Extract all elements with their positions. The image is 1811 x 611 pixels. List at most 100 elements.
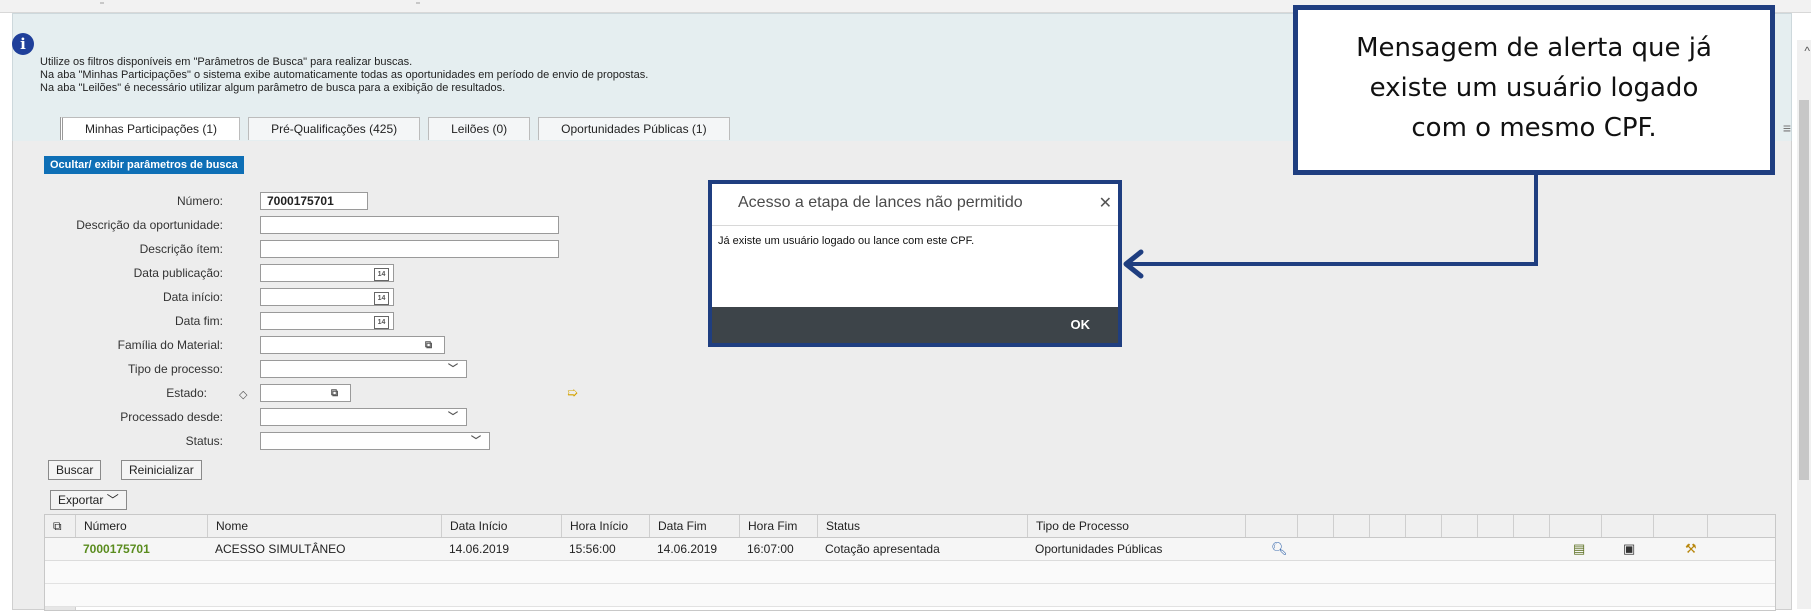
- exportar-label: Exportar: [58, 493, 104, 507]
- dialog-footer: OK: [712, 307, 1118, 343]
- data-fim-label: Data fim:: [174, 314, 223, 328]
- data-fim-input[interactable]: 14: [260, 312, 394, 330]
- numero-label: Número:: [176, 194, 223, 208]
- column-header-tipo-processo[interactable]: Tipo de Processo: [1027, 515, 1245, 537]
- alert-dialog: Acesso a etapa de lances não permitido ✕…: [708, 180, 1122, 347]
- toggle-search-params-button[interactable]: Ocultar/ exibir parâmetros de busca: [44, 156, 244, 174]
- page-frame: i Utilize os filtros disponíveis em "Par…: [0, 0, 1811, 611]
- status-cell: Cotação apresentada: [825, 542, 940, 556]
- status-label: Status:: [185, 434, 223, 448]
- column-header-action: [1653, 515, 1707, 537]
- list-menu-icon[interactable]: ≡: [1783, 120, 1791, 136]
- callout-line-1: Mensagem de alerta que já: [1356, 33, 1712, 63]
- hora-inicio-cell: 15:56:00: [569, 542, 616, 556]
- scroll-up-icon[interactable]: ^: [1804, 44, 1810, 58]
- tipo-processo-cell: Oportunidades Públicas: [1035, 542, 1163, 556]
- column-header-data-inicio[interactable]: Data Início: [441, 515, 561, 537]
- info-icon: i: [12, 33, 34, 55]
- table-row[interactable]: 7000175701 ACESSO SIMULTÂNEO 14.06.2019 …: [45, 538, 1775, 561]
- processado-desde-label: Processado desde:: [120, 410, 223, 424]
- column-header-action: [1405, 515, 1441, 537]
- value-help-icon[interactable]: ⧉: [425, 338, 432, 354]
- descricao-oportunidade-input[interactable]: [260, 216, 559, 234]
- familia-material-input[interactable]: ⧉: [260, 336, 445, 354]
- column-header-action: [1707, 515, 1757, 537]
- close-icon[interactable]: ✕: [1099, 193, 1112, 213]
- chevron-down-icon: ﹀: [106, 493, 119, 507]
- calendar-icon[interactable]: 14: [374, 292, 389, 305]
- column-header-numero[interactable]: Número: [75, 515, 207, 537]
- calendar-icon[interactable]: 14: [374, 268, 389, 281]
- scrollbar-thumb[interactable]: [1799, 100, 1809, 480]
- document-icon[interactable]: ▤: [1573, 541, 1585, 557]
- data-publicacao-label: Data publicação:: [133, 266, 223, 280]
- buscar-button[interactable]: Buscar: [48, 460, 102, 480]
- data-publicacao-input[interactable]: 14: [260, 264, 394, 282]
- column-header-data-fim[interactable]: Data Fim: [649, 515, 739, 537]
- data-fim-cell: 14.06.2019: [657, 542, 718, 556]
- column-header-hora-fim[interactable]: Hora Fim: [739, 515, 817, 537]
- annotation-callout: Mensagem de alerta que já existe um usuá…: [1293, 5, 1775, 175]
- callout-line-3: com o mesmo CPF.: [1411, 113, 1657, 143]
- column-header-nome[interactable]: Nome: [207, 515, 441, 537]
- tab-minhas-participacoes[interactable]: Minhas Participações (1): [60, 117, 241, 140]
- column-header-action: [1441, 515, 1477, 537]
- column-header-action: [1513, 515, 1549, 537]
- tab-bar: Minhas Participações (1) Pré-Qualificaçõ…: [60, 117, 738, 141]
- exportar-button[interactable]: Exportar ﹀: [50, 490, 127, 510]
- data-inicio-label: Data início:: [162, 290, 223, 304]
- estado-input[interactable]: ⧉: [260, 384, 351, 402]
- dialog-divider: [712, 225, 1118, 226]
- diamond-icon: ◇: [239, 389, 248, 401]
- column-header-status[interactable]: Status: [817, 515, 1027, 537]
- callout-connector: [1534, 175, 1538, 266]
- hammer-icon[interactable]: ⚒: [1685, 541, 1697, 557]
- dialog-title: Acesso a etapa de lances não permitido: [738, 194, 1023, 211]
- column-header-action: [1601, 515, 1653, 537]
- value-help-icon[interactable]: ⧉: [331, 386, 338, 402]
- descricao-item-label: Descrição ítem:: [139, 242, 223, 256]
- chevron-down-icon[interactable]: ﹀: [448, 362, 458, 378]
- numero-link[interactable]: 7000175701: [75, 538, 150, 560]
- tab-oportunidades-publicas[interactable]: Oportunidades Públicas (1): [538, 117, 730, 140]
- column-header-action: [1369, 515, 1405, 537]
- column-header-action: [1477, 515, 1513, 537]
- estado-label: Estado:: [166, 386, 207, 400]
- processado-desde-select[interactable]: ﹀: [260, 408, 467, 426]
- chevron-down-icon[interactable]: ﹀: [471, 434, 481, 450]
- descricao-item-input[interactable]: [260, 240, 559, 258]
- tab-leiloes[interactable]: Leilões (0): [428, 117, 531, 140]
- vertical-scrollbar[interactable]: [1797, 40, 1811, 609]
- search-icon[interactable]: 🔍︎: [1271, 541, 1288, 557]
- yellow-arrow-icon[interactable]: ➯: [567, 385, 578, 401]
- strip-mark: [416, 2, 420, 4]
- column-header-hora-inicio[interactable]: Hora Início: [561, 515, 649, 537]
- dialog-message: Já existe um usuário logado ou lance com…: [718, 235, 975, 247]
- data-inicio-cell: 14.06.2019: [449, 542, 510, 556]
- reinicializar-button[interactable]: Reinicializar: [121, 460, 202, 480]
- data-inicio-input[interactable]: 14: [260, 288, 394, 306]
- table-row-empty: [45, 561, 1775, 584]
- arrow-left-icon: [1123, 249, 1144, 279]
- chevron-down-icon[interactable]: ﹀: [448, 410, 458, 426]
- callout-connector: [1128, 262, 1538, 266]
- tipo-processo-label: Tipo de processo:: [128, 362, 223, 376]
- calendar-icon[interactable]: 14: [374, 316, 389, 329]
- table-row-empty: [45, 584, 1775, 607]
- familia-material-label: Família do Material:: [117, 338, 223, 352]
- status-select[interactable]: ﹀: [260, 432, 490, 450]
- select-all-icon[interactable]: ⧉: [45, 515, 75, 537]
- results-table: ⧉ Número Nome Data Início Hora Início Da…: [44, 514, 1776, 611]
- column-header-action: [1549, 515, 1601, 537]
- callout-line-2: existe um usuário logado: [1369, 73, 1699, 103]
- descricao-oportunidade-label: Descrição da oportunidade:: [76, 218, 223, 232]
- tipo-processo-select[interactable]: ﹀: [260, 360, 467, 378]
- column-header-action: [1245, 515, 1297, 537]
- tab-pre-qualificacoes[interactable]: Pré-Qualificações (425): [248, 117, 421, 140]
- info-line-1: Utilize os filtros disponíveis em "Parâm…: [40, 56, 413, 68]
- nome-cell: ACESSO SIMULTÂNEO: [215, 542, 346, 556]
- hora-fim-cell: 16:07:00: [747, 542, 794, 556]
- file-check-icon[interactable]: ▣: [1623, 541, 1635, 557]
- ok-button[interactable]: OK: [1071, 317, 1091, 332]
- numero-input[interactable]: 7000175701: [260, 192, 368, 210]
